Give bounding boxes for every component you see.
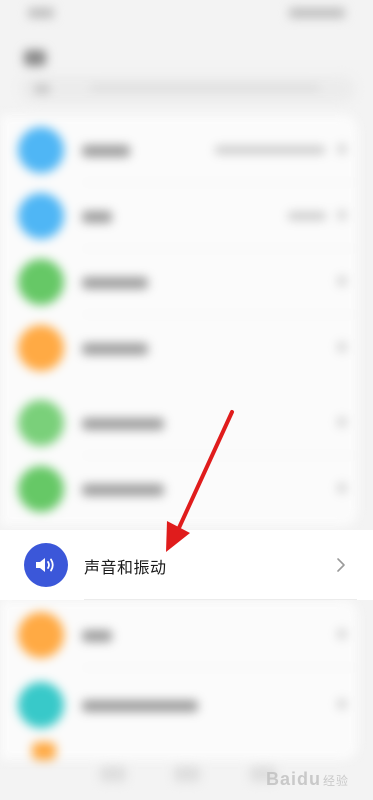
bluetooth-icon: [18, 193, 64, 239]
watermark-sub: 经验: [322, 774, 349, 788]
settings-row[interactable]: [0, 249, 358, 315]
speaker-icon: [24, 543, 68, 587]
nav-back[interactable]: [100, 766, 126, 782]
row-label: [82, 145, 130, 157]
row-label: [82, 277, 148, 289]
settings-row[interactable]: [0, 456, 358, 522]
chevron-right-icon: [338, 483, 346, 493]
divider: [82, 667, 358, 668]
chevron-right-icon: [338, 342, 346, 352]
watermark-brand: Bai: [265, 769, 297, 789]
search-icon: [34, 84, 50, 94]
chevron-right-icon: [338, 699, 346, 709]
row-value: [288, 212, 326, 220]
sound-and-vibration-label: 声音和振动: [84, 560, 167, 577]
watermark-suffix: du: [296, 769, 321, 789]
row-label: [82, 418, 164, 430]
connection-icon: [18, 325, 64, 371]
baidu-watermark: Baidu 经验: [266, 769, 349, 790]
status-icons: [289, 8, 345, 18]
sound-and-vibration-item[interactable]: 声音和振动: [0, 530, 373, 600]
nav-home[interactable]: [174, 766, 200, 782]
notification-icon: [18, 466, 64, 512]
chevron-right-icon: [338, 144, 346, 154]
wifi-icon: [18, 127, 64, 173]
chevron-right-icon: [333, 556, 349, 574]
display-icon: [18, 612, 64, 658]
row-label: [82, 630, 112, 642]
apps-icon: [18, 400, 64, 446]
chevron-right-icon: [338, 629, 346, 639]
row-label: [82, 343, 148, 355]
status-time: [28, 8, 54, 18]
settings-row[interactable]: [0, 315, 358, 381]
blurred-settings-background: [0, 0, 373, 800]
home-screen-icon: [18, 682, 64, 728]
divider: [84, 599, 357, 600]
settings-row[interactable]: [0, 117, 358, 183]
settings-card-3: [0, 600, 358, 760]
next-item-icon: [32, 742, 56, 760]
search-placeholder: [90, 85, 320, 91]
row-label: [82, 484, 164, 496]
status-bar: [0, 0, 373, 30]
row-value: [215, 146, 325, 154]
page-title: [24, 50, 46, 66]
mobile-network-icon: [18, 259, 64, 305]
settings-card-2: [0, 386, 358, 526]
settings-row[interactable]: [0, 390, 358, 456]
row-label: [82, 211, 112, 223]
search-bar[interactable]: [20, 76, 355, 102]
chevron-right-icon: [338, 276, 346, 286]
chevron-right-icon: [338, 210, 346, 220]
settings-row[interactable]: [0, 183, 358, 249]
row-label: [82, 700, 198, 712]
settings-row[interactable]: [0, 672, 358, 738]
settings-row[interactable]: [0, 602, 358, 668]
chevron-right-icon: [338, 417, 346, 427]
